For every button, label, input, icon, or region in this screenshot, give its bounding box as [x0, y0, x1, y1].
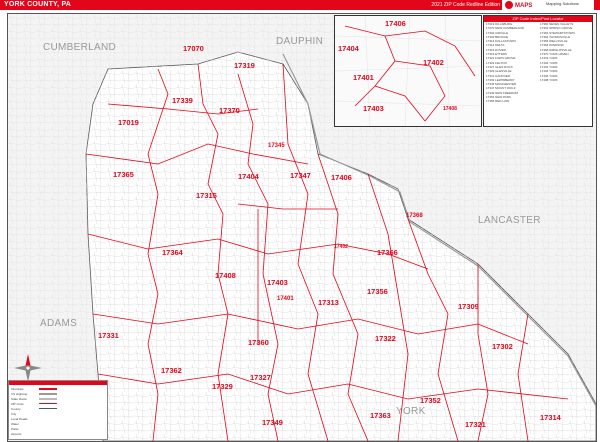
index-col-left: 17019 DILLSBURG 17070 NEW CUMBERLAND 173…	[484, 22, 538, 104]
legend-label: ZIP Code	[11, 402, 24, 406]
zip-label[interactable]: 17365	[113, 170, 134, 179]
compass-icon	[14, 354, 42, 382]
index-col-right: 17360 SEVEN VALLEYS 17362 SPRING GROVE 1…	[538, 22, 592, 104]
zip-label[interactable]: 17360	[248, 338, 269, 347]
map-title: YORK COUNTY, PA	[4, 1, 72, 8]
county-label-york: YORK	[396, 406, 426, 417]
zip-label[interactable]: 17352	[420, 396, 441, 405]
inset-zip-label[interactable]: 17408	[443, 106, 457, 112]
inset-map-svg	[335, 16, 481, 126]
zip-label[interactable]: 17403	[267, 278, 288, 287]
zip-label[interactable]: 17368	[406, 213, 423, 219]
zip-label[interactable]: 17319	[234, 61, 255, 70]
zip-label[interactable]: 17019	[118, 118, 139, 127]
index-row: 17408 YORK	[540, 77, 558, 82]
legend-label: US Highway	[11, 392, 28, 396]
legend-key	[39, 403, 57, 404]
zip-label[interactable]: 17370	[219, 106, 240, 115]
county-label-adams: ADAMS	[40, 318, 78, 329]
county-label-cumberland: CUMBERLAND	[43, 42, 117, 53]
inset-map[interactable]: 17406 17404 17402 17401 17403 17408	[334, 15, 482, 127]
zip-label[interactable]: 17349	[262, 418, 283, 427]
zip-label[interactable]: 17366	[377, 248, 398, 257]
map-subtitle: 2021 ZIP Code Redline Edition	[431, 2, 500, 8]
inset-zip-label[interactable]: 17401	[353, 73, 374, 82]
legend-key	[39, 388, 57, 390]
legend-label: Parks	[11, 427, 19, 431]
legend-key	[39, 398, 57, 400]
inset-zip-label[interactable]: 17403	[363, 104, 384, 113]
zip-label[interactable]: 17322	[375, 334, 396, 343]
zip-label[interactable]: 17339	[172, 96, 193, 105]
zip-label[interactable]: 17327	[250, 373, 271, 382]
index-row: 17356 RED LION	[486, 99, 510, 104]
zip-label[interactable]: 17356	[367, 287, 388, 296]
zip-label[interactable]: 17329	[212, 382, 233, 391]
legend-key	[39, 393, 57, 395]
zip-label[interactable]: 17321	[465, 420, 486, 429]
zip-label[interactable]: 17347	[290, 171, 311, 180]
mapping-solutions-logo: MAPS Mapping Solutions	[502, 0, 594, 10]
zip-label[interactable]: 17315	[196, 191, 217, 200]
legend-label: Water	[11, 422, 19, 426]
county-label-lancaster: LANCASTER	[478, 215, 541, 226]
zip-label[interactable]: 17404	[238, 172, 259, 181]
zip-label[interactable]: 17364	[162, 248, 183, 257]
legend-label: Local Roads	[11, 417, 28, 421]
logo-text: Mapping Solutions	[546, 1, 579, 6]
legend-label: County	[11, 407, 21, 411]
zip-label[interactable]: 17363	[370, 411, 391, 420]
zip-label[interactable]: 17309	[458, 302, 479, 311]
inset-zip-label[interactable]: 17404	[338, 44, 359, 53]
logo-mark-icon: MAPS	[505, 1, 532, 9]
svg-text:MAPS: MAPS	[515, 3, 532, 9]
legend-label: State Route	[11, 397, 27, 401]
legend-label: Interstate	[11, 387, 24, 391]
inset-zip-label[interactable]: 17406	[385, 19, 406, 28]
zip-label[interactable]: 17345	[268, 143, 285, 149]
zip-label[interactable]: 17070	[183, 44, 204, 53]
zip-label[interactable]: 17331	[98, 331, 119, 340]
zip-label[interactable]: 17406	[331, 173, 352, 182]
legend-label: City	[11, 412, 17, 416]
zip-label[interactable]: 17362	[161, 366, 182, 375]
map-legend: Interstate US Highway State Route ZIP Co…	[8, 380, 108, 440]
zip-label[interactable]: 17302	[492, 342, 513, 351]
legend-label: Airports	[11, 432, 22, 436]
zip-label[interactable]: 17314	[540, 413, 561, 422]
zip-label[interactable]: 17402	[334, 244, 348, 250]
legend-header-bar	[9, 381, 107, 385]
inset-zip-label[interactable]: 17402	[423, 58, 444, 67]
zip-index-table: ZIP Code Index/Post Locator 17019 DILLSB…	[483, 15, 593, 127]
legend-key	[39, 408, 57, 409]
title-bar: YORK COUNTY, PA 2021 ZIP Code Redline Ed…	[0, 0, 600, 10]
zip-label[interactable]: 17408	[215, 271, 236, 280]
zip-label[interactable]: 17401	[277, 296, 294, 302]
zip-label[interactable]: 17313	[318, 298, 339, 307]
county-label-dauphin: DAUPHIN	[276, 36, 324, 47]
